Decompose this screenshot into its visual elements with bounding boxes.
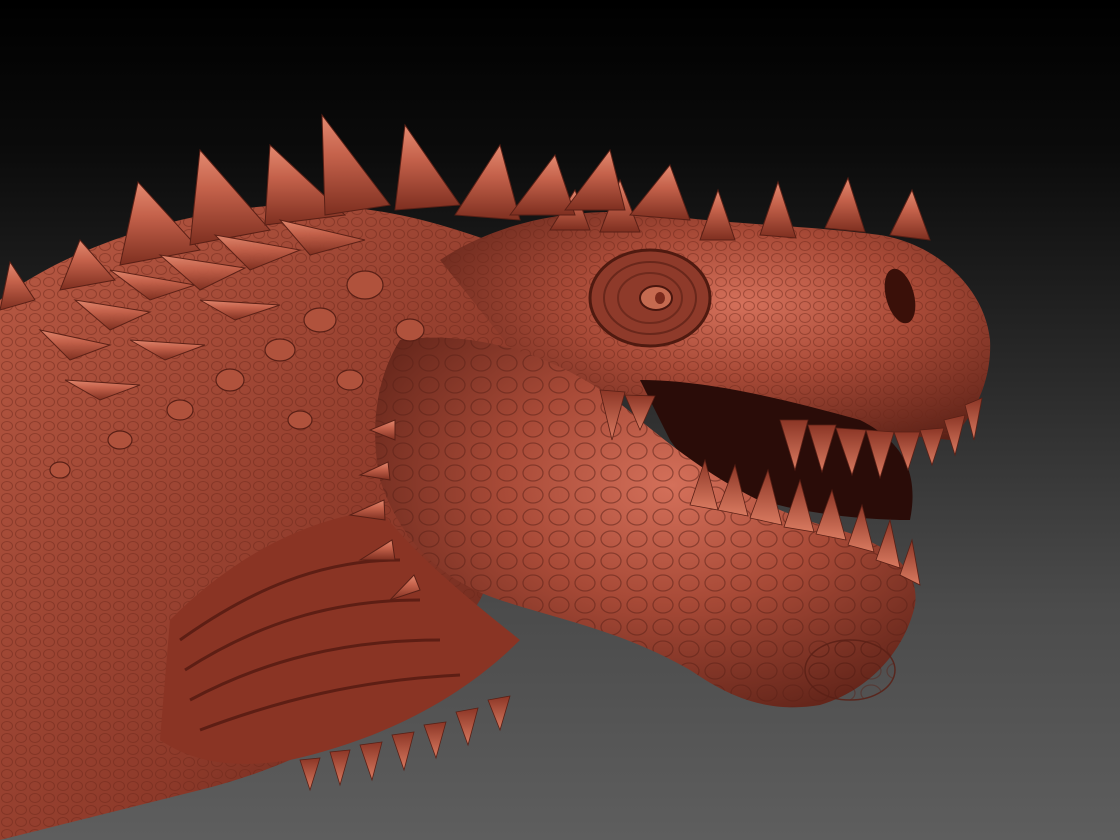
chin-scales [804,639,896,701]
render-viewport [0,0,1120,840]
dinosaur-sculpt-render [0,113,991,840]
